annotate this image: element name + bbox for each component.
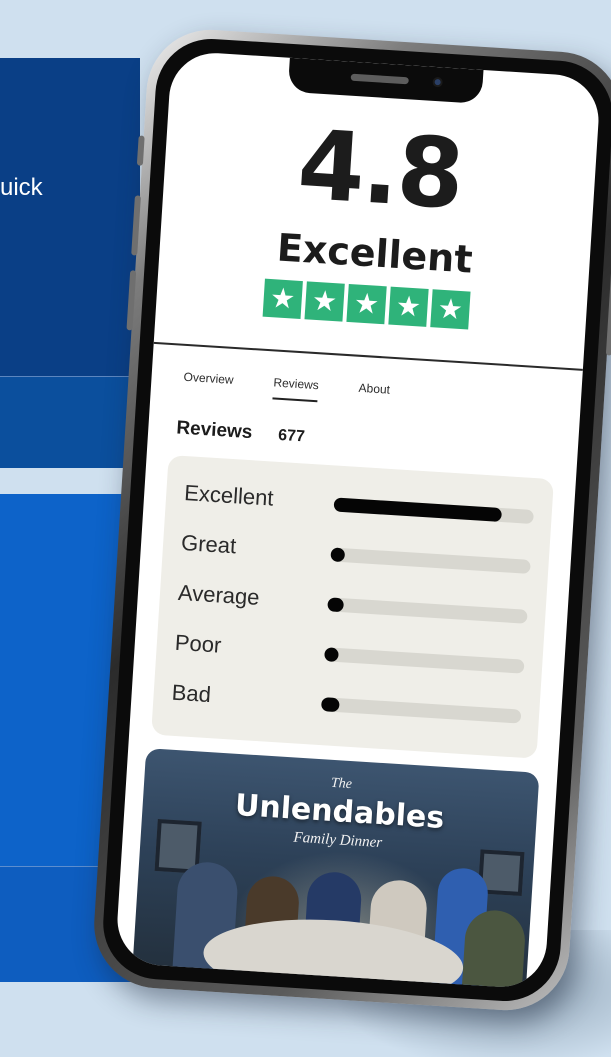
rating-stars: ★ ★ ★ ★ ★ <box>262 278 471 330</box>
rating-score: 4.8 <box>294 108 466 231</box>
tab-reviews[interactable]: Reviews <box>272 375 320 403</box>
phone-mockup: 4.8 Excellent ★ ★ ★ ★ ★ Overview Reviews Abo… <box>90 26 611 1014</box>
breakdown-label: Excellent <box>183 480 275 511</box>
reviews-title: Reviews <box>175 417 253 444</box>
tab-bar: Overview Reviews About <box>183 370 390 407</box>
breakdown-row[interactable]: Bad <box>171 676 522 732</box>
breakdown-bar-track <box>330 547 531 574</box>
breakdown-row[interactable]: Average <box>177 576 528 632</box>
reviews-count: 677 <box>277 426 306 446</box>
breakdown-bar-fill <box>327 597 345 613</box>
background-panel-middle <box>0 376 140 468</box>
breakdown-label: Bad <box>171 679 212 708</box>
star-icon: ★ <box>430 289 471 330</box>
breakdown-bar-track <box>324 647 525 674</box>
tab-about[interactable]: About <box>358 381 390 407</box>
star-icon: ★ <box>346 283 387 325</box>
breakdown-bar-track <box>327 597 528 624</box>
header-divider <box>153 341 583 371</box>
speaker-grille <box>350 73 409 85</box>
breakdown-row[interactable]: Great <box>180 526 531 582</box>
promo-poster[interactable]: The Unlendables Family Dinner <box>132 748 540 990</box>
breakdown-bar-fill <box>330 547 346 563</box>
front-camera-icon <box>432 76 443 88</box>
breakdown-row[interactable]: Poor <box>174 626 525 682</box>
breakdown-bar-fill <box>333 497 503 522</box>
star-icon: ★ <box>304 281 345 322</box>
panel-partial-text: uick <box>0 174 43 201</box>
breakdown-label: Poor <box>174 629 223 658</box>
phone-screen: 4.8 Excellent ★ ★ ★ ★ ★ Overview Reviews Abo… <box>114 50 602 990</box>
rating-breakdown: Excellent Great Average Poor Bad <box>151 454 554 759</box>
tab-overview[interactable]: Overview <box>183 370 234 397</box>
poster-figure <box>461 908 527 990</box>
breakdown-label: Great <box>180 529 237 559</box>
star-icon: ★ <box>388 286 429 327</box>
reviews-header: Reviews 677 <box>176 417 306 447</box>
breakdown-bar-fill <box>320 697 340 713</box>
breakdown-label: Average <box>177 579 261 610</box>
breakdown-bar-fill <box>324 647 339 663</box>
breakdown-bar-track <box>320 697 522 724</box>
background-panel-top: uick <box>0 58 140 376</box>
breakdown-row[interactable]: Excellent <box>183 476 534 532</box>
star-icon: ★ <box>262 278 303 319</box>
rating-label: Excellent <box>275 225 474 282</box>
breakdown-bar-track <box>333 497 534 525</box>
